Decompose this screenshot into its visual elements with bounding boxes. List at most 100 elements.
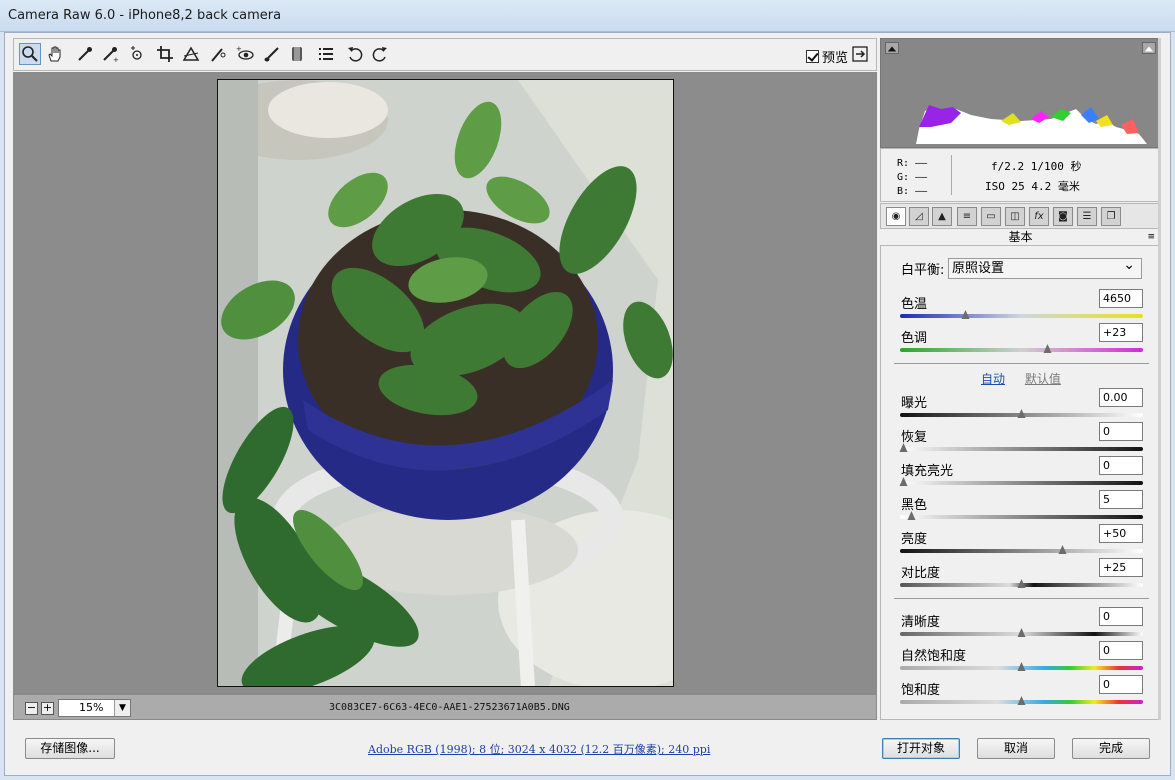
zoom-level-value: 15% — [79, 701, 104, 714]
exposure-thumb[interactable] — [1017, 409, 1026, 418]
tab-snapshots-icon[interactable]: ❐ — [1101, 207, 1121, 226]
save-image-button[interactable]: 存储图像... — [25, 738, 115, 759]
graduated-filter-tool-icon[interactable] — [286, 43, 308, 65]
red-eye-tool-icon[interactable]: + — [234, 43, 256, 65]
clarity-slider[interactable]: 清晰度 0 — [900, 607, 1143, 645]
panel-menu-icon[interactable]: ≡ — [1147, 229, 1155, 245]
tint-slider[interactable]: 色调 +23 — [900, 323, 1143, 361]
open-object-button[interactable]: 打开对象 — [882, 738, 960, 759]
blacks-thumb[interactable] — [907, 511, 917, 520]
rotate-left-icon[interactable] — [344, 43, 366, 65]
spot-removal-tool-icon[interactable] — [207, 43, 229, 65]
basic-panel: 白平衡: 原照设置 色温 4650 色调 +23 自动 默认值 曝光 0.00 … — [880, 246, 1161, 720]
color-sampler-tool-icon[interactable]: + — [99, 43, 121, 65]
saturation-thumb[interactable] — [1017, 696, 1026, 705]
temp-input[interactable]: 4650 — [1099, 289, 1143, 308]
temp-slider[interactable]: 色温 4650 — [900, 289, 1143, 327]
saturation-slider[interactable]: 饱和度 0 — [900, 675, 1143, 713]
blacks-slider[interactable]: 黑色 5 — [900, 490, 1143, 528]
brightness-track[interactable] — [900, 549, 1143, 553]
preferences-list-icon[interactable] — [315, 43, 337, 65]
divider — [894, 598, 1149, 599]
contrast-thumb[interactable] — [1017, 579, 1026, 588]
recovery-track[interactable] — [900, 447, 1143, 451]
zoom-tool-icon[interactable] — [19, 43, 41, 65]
preview-toggle[interactable]: 预览 — [806, 47, 848, 66]
contrast-input[interactable]: +25 — [1099, 558, 1143, 577]
brightness-slider[interactable]: 亮度 +50 — [900, 524, 1143, 562]
tab-tone-curve-icon[interactable]: ◿ — [909, 207, 929, 226]
clarity-input[interactable]: 0 — [1099, 607, 1143, 626]
section-title: 基本 ≡ — [880, 229, 1161, 246]
fill-light-input[interactable]: 0 — [1099, 456, 1143, 475]
temp-label: 色温 — [901, 297, 928, 312]
recovery-thumb[interactable] — [899, 443, 909, 452]
fullscreen-toggle-icon[interactable] — [849, 43, 871, 65]
zoom-level-select[interactable]: 15% ▼ — [58, 699, 131, 717]
blacks-track[interactable] — [900, 515, 1143, 519]
divider — [894, 363, 1149, 364]
default-link[interactable]: 默认值 — [1025, 372, 1061, 386]
tint-input[interactable]: +23 — [1099, 323, 1143, 342]
workflow-options-link[interactable]: Adobe RGB (1998); 8 位; 3024 x 4032 (12.2… — [368, 741, 710, 757]
done-button[interactable]: 完成 — [1072, 738, 1150, 759]
vibrance-slider[interactable]: 自然饱和度 0 — [900, 641, 1143, 679]
tab-hsl-icon[interactable]: ≡ — [957, 207, 977, 226]
window-title: Camera Raw 6.0 - iPhone8,2 back camera — [8, 8, 282, 23]
straighten-tool-icon[interactable] — [180, 43, 202, 65]
rotate-right-icon[interactable] — [369, 43, 391, 65]
brightness-thumb[interactable] — [1058, 545, 1067, 554]
preview-checkbox[interactable] — [806, 50, 819, 63]
adjustment-brush-tool-icon[interactable] — [261, 43, 283, 65]
tab-lens-icon[interactable]: ◫ — [1005, 207, 1025, 226]
cancel-button[interactable]: 取消 — [977, 738, 1055, 759]
saturation-input[interactable]: 0 — [1099, 675, 1143, 694]
histogram — [880, 38, 1161, 148]
tab-presets-icon[interactable]: ☰ — [1077, 207, 1097, 226]
clarity-thumb[interactable] — [1017, 628, 1026, 637]
exposure-label: 曝光 — [901, 396, 928, 411]
target-adjust-tool-icon[interactable] — [126, 43, 148, 65]
crop-tool-icon[interactable] — [154, 43, 176, 65]
fill-light-slider[interactable]: 填充亮光 0 — [899, 456, 1143, 494]
adjustment-tabs: ◉ ◿ ▲ ≡ ▭ ◫ fx ◙ ☰ ❐ — [880, 203, 1161, 229]
white-balance-tool-icon[interactable] — [74, 43, 96, 65]
temp-track[interactable] — [900, 314, 1143, 318]
tab-basic-icon[interactable]: ◉ — [886, 207, 906, 226]
tab-effects-icon[interactable]: fx — [1029, 207, 1049, 226]
fill-light-thumb[interactable] — [899, 477, 909, 486]
recovery-input[interactable]: 0 — [1099, 422, 1143, 441]
tab-split-toning-icon[interactable]: ▭ — [981, 207, 1001, 226]
auto-link[interactable]: 自动 — [981, 372, 1005, 386]
hand-tool-icon[interactable] — [44, 43, 66, 65]
histogram-graph — [916, 105, 1147, 144]
temp-thumb[interactable] — [961, 310, 970, 319]
brightness-input[interactable]: +50 — [1099, 524, 1143, 543]
contrast-slider[interactable]: 对比度 +25 — [900, 558, 1143, 596]
toolbar: + + 预览 — [13, 38, 877, 71]
image-canvas[interactable] — [13, 72, 877, 694]
blacks-input[interactable]: 5 — [1099, 490, 1143, 509]
tab-camera-calibration-icon[interactable]: ◙ — [1053, 207, 1073, 226]
vibrance-input[interactable]: 0 — [1099, 641, 1143, 660]
recovery-slider[interactable]: 恢复 0 — [899, 422, 1143, 460]
vibrance-thumb[interactable] — [1017, 662, 1026, 671]
tint-track[interactable] — [900, 348, 1143, 352]
vibrance-label: 自然饱和度 — [901, 649, 967, 664]
exif-values: f/2.2 1/100 秒 ISO 25 4.2 毫米 — [985, 157, 1081, 197]
exposure-slider[interactable]: 曝光 0.00 — [900, 388, 1143, 426]
exposure-input[interactable]: 0.00 — [1099, 388, 1143, 407]
clarity-label: 清晰度 — [901, 615, 941, 630]
fill-light-track[interactable] — [900, 481, 1143, 485]
chevron-down-icon[interactable]: ▼ — [114, 700, 130, 716]
b-label: B: — [897, 186, 910, 197]
brightness-label: 亮度 — [901, 532, 928, 547]
panel-scrollbar[interactable] — [1158, 38, 1161, 720]
tint-label: 色调 — [901, 331, 928, 346]
aperture-shutter: f/2.2 1/100 秒 — [991, 160, 1082, 173]
tint-thumb[interactable] — [1043, 344, 1053, 353]
tab-detail-icon[interactable]: ▲ — [932, 207, 952, 226]
zoom-out-button[interactable]: − — [25, 702, 38, 715]
zoom-in-button[interactable]: + — [41, 702, 54, 715]
white-balance-select[interactable]: 原照设置 — [948, 256, 1142, 279]
